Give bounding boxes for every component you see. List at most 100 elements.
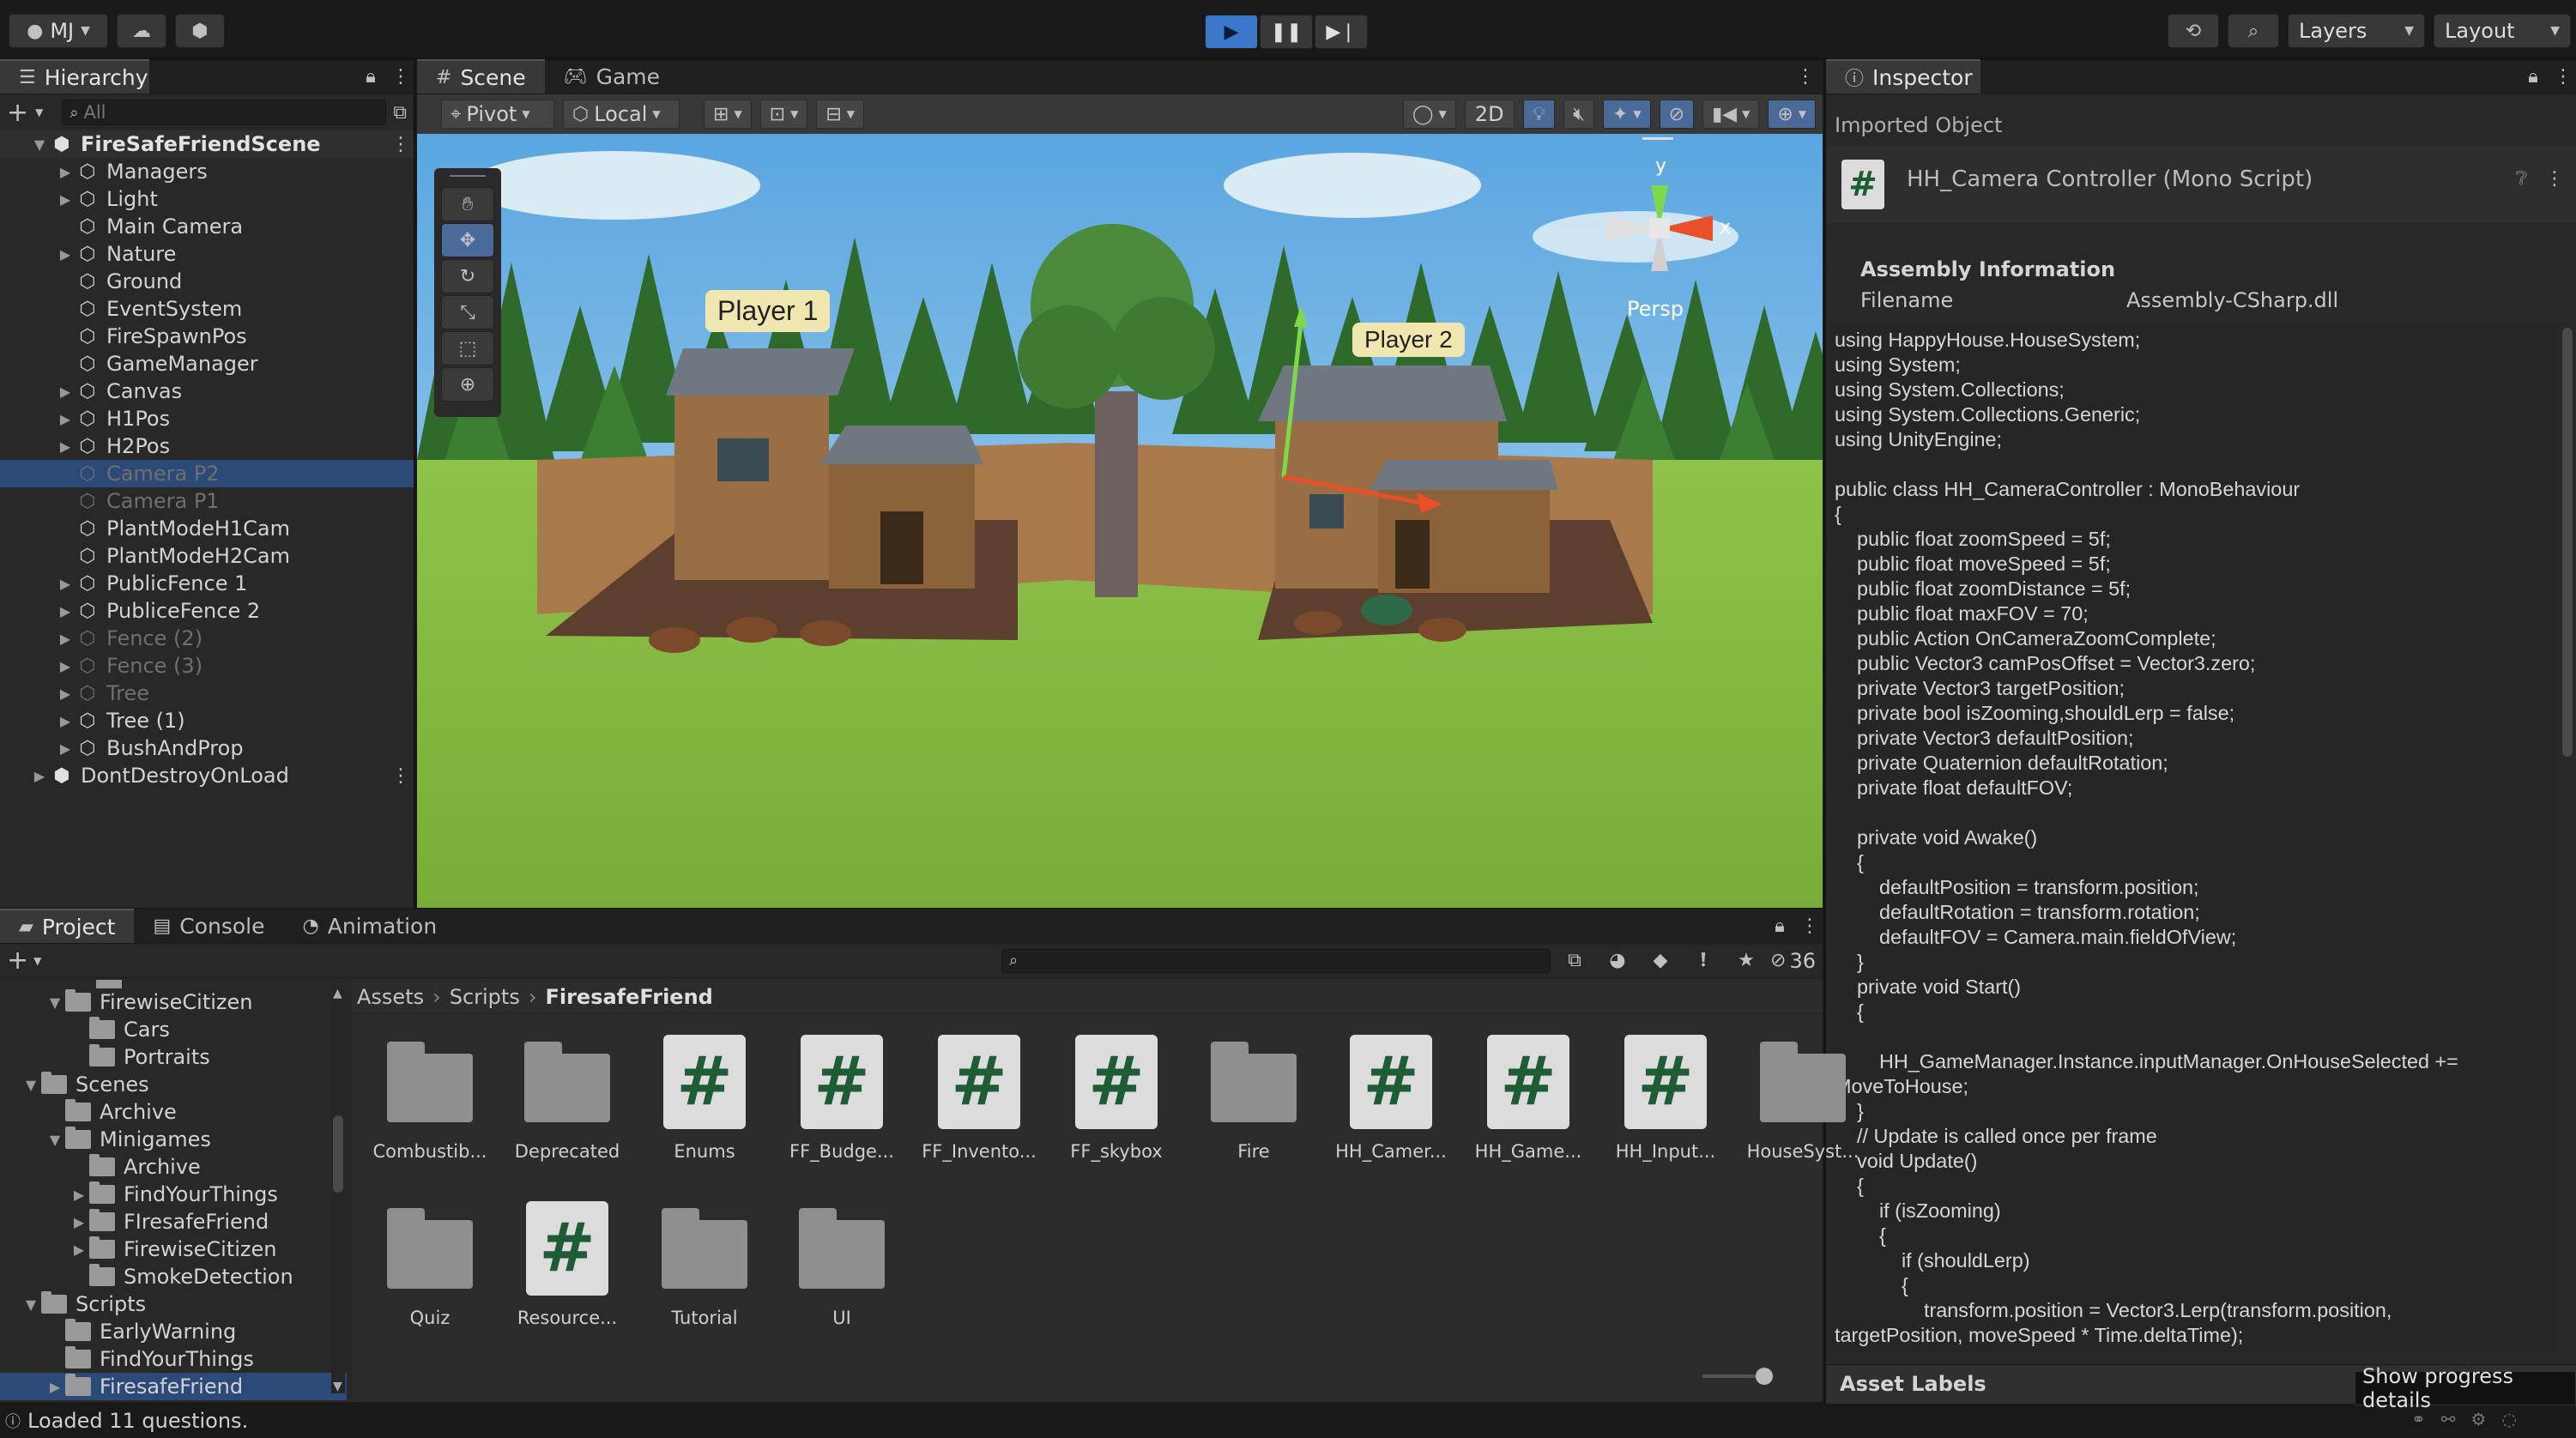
expand-arrow-icon[interactable]: ▶ bbox=[55, 713, 76, 729]
toggle-2d-button[interactable]: 2D bbox=[1464, 100, 1515, 129]
hierarchy-item[interactable]: ▶ ⬡ Canvas bbox=[0, 378, 414, 405]
asset-script[interactable]: # HH_Input... bbox=[1599, 1035, 1732, 1162]
hierarchy-item[interactable]: ⬡ Ground bbox=[0, 268, 414, 295]
dont-destroy-row[interactable]: ▶ ⬢ DontDestroyOnLoad ⋮ bbox=[0, 762, 414, 789]
hierarchy-item[interactable]: ⬡ Main Camera bbox=[0, 213, 414, 240]
asset-folder[interactable]: Quiz bbox=[364, 1201, 496, 1328]
expand-arrow-icon[interactable]: ▶ bbox=[69, 1187, 89, 1203]
tab-game[interactable]: 🎮︎ Game bbox=[545, 59, 679, 94]
asset-script[interactable]: # FF_skybox bbox=[1050, 1035, 1182, 1162]
expand-arrow-icon[interactable]: ▶ bbox=[55, 631, 76, 647]
expand-arrow-icon[interactable]: ▶ bbox=[29, 768, 50, 784]
chevron-down-icon[interactable]: ▼ bbox=[35, 106, 43, 118]
search-by-type-icon[interactable]: ⧉ bbox=[1556, 950, 1593, 971]
folder-tree-item[interactable]: Archive bbox=[0, 1153, 347, 1181]
more-icon[interactable]: ⋮ bbox=[388, 134, 414, 155]
network-icon[interactable]: ⚭ bbox=[2411, 1409, 2426, 1429]
visibility-toggle[interactable]: ⊘ bbox=[1659, 100, 1695, 129]
hierarchy-item[interactable]: ⬡ Camera P1 bbox=[0, 487, 414, 515]
more-icon[interactable]: ⋮ bbox=[1788, 59, 1823, 94]
progress-icon[interactable]: ◌ bbox=[2501, 1409, 2516, 1429]
expand-arrow-icon[interactable]: ▼ bbox=[45, 1132, 65, 1148]
audio-toggle[interactable]: 🔇︎ bbox=[1563, 100, 1594, 129]
expand-arrow-icon[interactable]: ▼ bbox=[21, 1077, 41, 1093]
asset-script[interactable]: # Resource... bbox=[501, 1201, 633, 1328]
debug-icon[interactable]: ⚙ bbox=[2471, 1409, 2487, 1429]
folder-tree-item[interactable]: Archive bbox=[0, 1098, 347, 1126]
breadcrumb-scripts[interactable]: Scripts bbox=[450, 985, 520, 1009]
asset-script[interactable]: # FF_Invento... bbox=[913, 1035, 1045, 1162]
tab-scene[interactable]: # Scene bbox=[417, 59, 545, 94]
tree-scroll-thumb[interactable] bbox=[333, 1115, 343, 1193]
add-icon[interactable]: + bbox=[7, 98, 28, 128]
folder-tree-item[interactable]: ▶ FiresafeFriend bbox=[0, 1373, 347, 1400]
folder-tree-item[interactable]: FindYourThings bbox=[0, 1345, 347, 1373]
expand-arrow-icon[interactable]: ▶ bbox=[55, 438, 76, 455]
search-button[interactable]: ⌕ bbox=[2228, 14, 2279, 48]
asset-folder[interactable]: Combustib... bbox=[364, 1035, 496, 1162]
rect-tool[interactable]: ⬚ bbox=[441, 331, 494, 366]
favorite-icon[interactable]: ★ bbox=[1727, 950, 1765, 971]
expand-arrow-icon[interactable]: ▶ bbox=[55, 384, 76, 400]
ruler-button[interactable]: ⊟ ▼ bbox=[816, 100, 865, 129]
filter-icon[interactable]: ⧉ bbox=[393, 102, 407, 124]
hierarchy-item[interactable]: ▶ ⬡ Fence (2) bbox=[0, 625, 414, 652]
hierarchy-item[interactable]: ▶ ⬡ Fence (3) bbox=[0, 652, 414, 680]
scene-root-row[interactable]: ▼ ⬢ FireSafeFriendScene ⋮ bbox=[0, 130, 414, 158]
hierarchy-item[interactable]: ▶ ⬡ H1Pos bbox=[0, 405, 414, 432]
expand-arrow-icon[interactable]: ▼ bbox=[29, 136, 50, 153]
move-tool[interactable]: ✥ bbox=[441, 223, 494, 257]
play-button[interactable]: ▶ bbox=[1205, 15, 1258, 49]
draw-mode-button[interactable]: ◯ ▼ bbox=[1402, 100, 1456, 129]
filter-type-icon[interactable]: ◕ bbox=[1599, 950, 1636, 971]
pause-button[interactable]: ❚❚ bbox=[1260, 15, 1313, 49]
status-message[interactable]: Loaded 11 questions. bbox=[27, 1409, 248, 1433]
hierarchy-item[interactable]: ▶ ⬡ Managers bbox=[0, 158, 414, 185]
folder-tree-item[interactable]: Portraits bbox=[0, 1043, 347, 1071]
asset-folder[interactable]: Fire bbox=[1188, 1035, 1320, 1162]
hierarchy-item[interactable]: ▶ ⬡ Nature bbox=[0, 240, 414, 268]
cloud-button[interactable]: ☁ bbox=[117, 14, 166, 48]
hierarchy-item[interactable]: ⬡ EventSystem bbox=[0, 295, 414, 323]
asset-folder[interactable]: HouseSyst... bbox=[1737, 1035, 1869, 1162]
pivot-dropdown[interactable]: ⌖ Pivot ▼ bbox=[441, 100, 554, 129]
hierarchy-item[interactable]: ▶ ⬡ H2Pos bbox=[0, 432, 414, 460]
step-button[interactable]: ▶❘ bbox=[1315, 15, 1368, 49]
asset-script[interactable]: # HH_Game... bbox=[1462, 1035, 1594, 1162]
more-icon[interactable]: ⋮ bbox=[2550, 59, 2576, 94]
expand-arrow-icon[interactable]: ▶ bbox=[69, 1214, 89, 1230]
cache-icon[interactable]: ⚯ bbox=[2441, 1409, 2456, 1429]
lock-icon[interactable]: 🔒︎ bbox=[2516, 59, 2550, 94]
add-icon[interactable]: + bbox=[7, 946, 28, 976]
asset-script[interactable]: # HH_Camer... bbox=[1325, 1035, 1457, 1162]
hierarchy-item[interactable]: ▶ ⬡ Tree (1) bbox=[0, 707, 414, 734]
expand-arrow-icon[interactable]: ▶ bbox=[55, 411, 76, 427]
lock-icon[interactable]: 🔒︎ bbox=[1763, 909, 1797, 943]
hierarchy-item[interactable]: ▶ ⬡ BushAndProp bbox=[0, 734, 414, 762]
expand-arrow-icon[interactable]: ▶ bbox=[69, 1242, 89, 1258]
expand-arrow-icon[interactable]: ▶ bbox=[55, 191, 76, 208]
scroll-up-icon[interactable]: ▲ bbox=[333, 987, 342, 1000]
more-icon[interactable]: ⋮ bbox=[388, 59, 414, 94]
hierarchy-search-input[interactable]: ⌕ All bbox=[62, 100, 387, 125]
expand-arrow-icon[interactable]: ▼ bbox=[21, 1296, 41, 1313]
expand-arrow-icon[interactable]: ▶ bbox=[45, 1379, 65, 1395]
grid-snap-button[interactable]: ⊞ ▼ bbox=[704, 100, 752, 129]
hierarchy-item[interactable]: ⬡ PlantModeH1Cam bbox=[0, 515, 414, 542]
breadcrumb-assets[interactable]: Assets bbox=[357, 985, 424, 1009]
overlay-menu-handle[interactable] bbox=[1642, 137, 1673, 140]
folder-tree-item[interactable]: Cars bbox=[0, 1016, 347, 1043]
expand-arrow-icon[interactable]: ▶ bbox=[55, 576, 76, 592]
folder-tree-item[interactable]: ▼ Scenes bbox=[0, 1071, 347, 1098]
folder-tree-item[interactable]: ▼ Scripts bbox=[0, 1290, 347, 1318]
breadcrumb-firesafefriend[interactable]: FiresafeFriend bbox=[545, 985, 712, 1009]
expand-arrow-icon[interactable]: ▶ bbox=[55, 246, 76, 263]
warning-icon[interactable]: ❗︎ bbox=[1684, 950, 1722, 971]
project-search-input[interactable]: ⌕ bbox=[1001, 948, 1551, 973]
tab-project[interactable]: ▰ Project bbox=[0, 909, 135, 943]
hierarchy-item[interactable]: ⬡ Camera P2 bbox=[0, 460, 414, 487]
expand-arrow-icon[interactable]: ▶ bbox=[55, 603, 76, 619]
hierarchy-item[interactable]: ⬡ PlantModeH2Cam bbox=[0, 542, 414, 570]
more-icon[interactable]: ⋮ bbox=[388, 765, 414, 787]
folder-tree-item[interactable]: ▶ FindYourThings bbox=[0, 1181, 347, 1208]
